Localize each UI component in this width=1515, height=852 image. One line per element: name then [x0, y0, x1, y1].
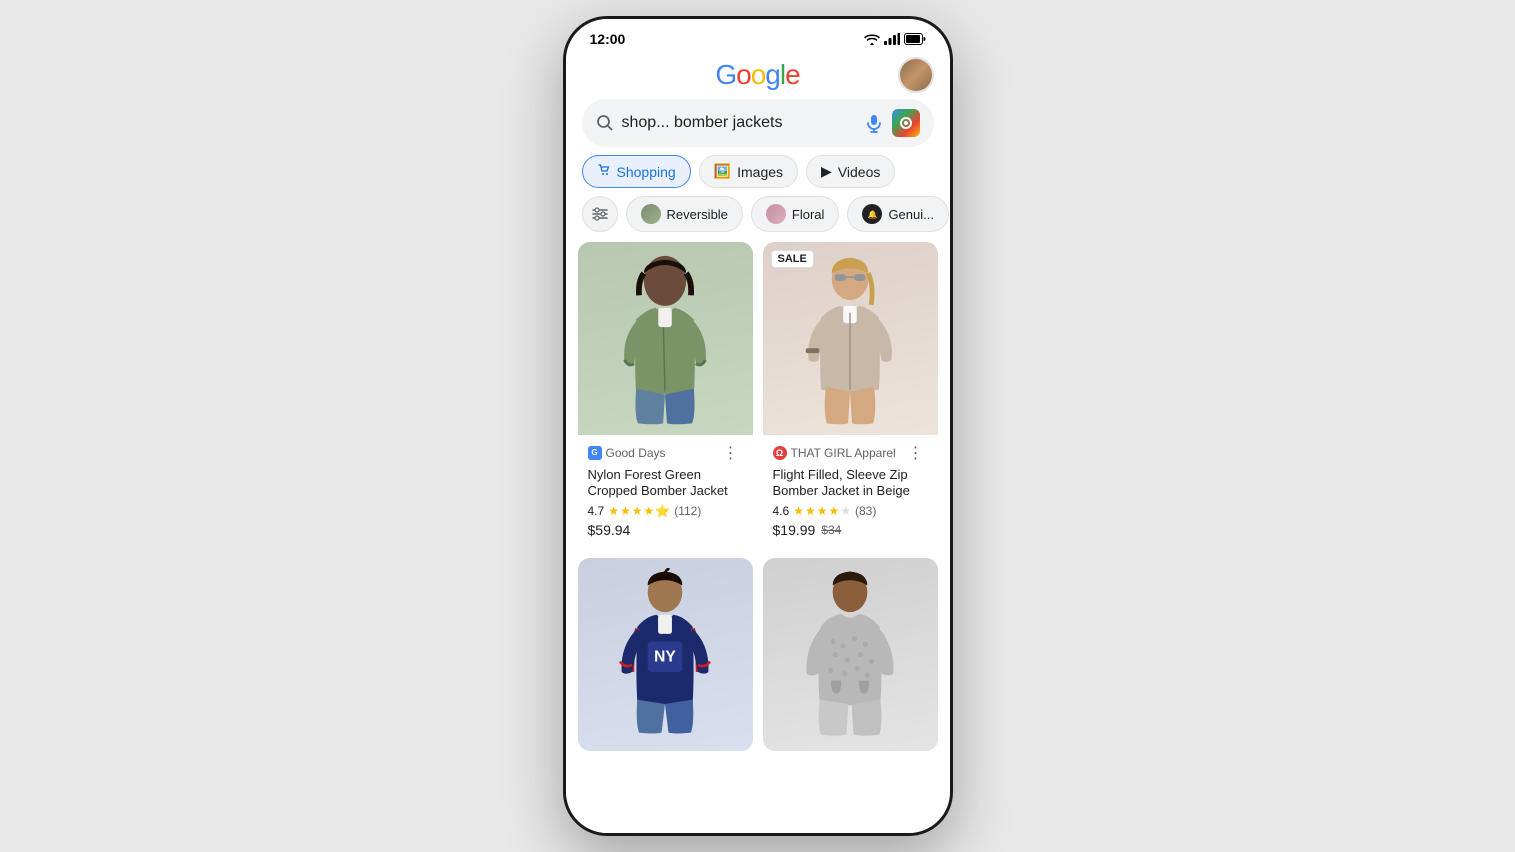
- product-info-1: G Good Days ⋮ Nylon Forest Green Cropped…: [578, 435, 753, 549]
- seller-logo-2: Ω: [773, 446, 787, 460]
- price-row-1: $59.94: [588, 522, 743, 538]
- google-lens-icon[interactable]: [892, 109, 920, 137]
- seller-name-2: Ω THAT GIRL Apparel: [773, 446, 896, 460]
- products-scroll[interactable]: G Good Days ⋮ Nylon Forest Green Cropped…: [566, 242, 950, 833]
- tab-videos[interactable]: ▶ Videos: [806, 155, 895, 188]
- price-row-2: $19.99 $34: [773, 522, 928, 538]
- wifi-icon: [864, 33, 880, 45]
- price-2: $19.99: [773, 522, 816, 538]
- review-count-2: (83): [855, 504, 876, 518]
- chip-reversible-thumb: [641, 204, 661, 224]
- product-info-2: Ω THAT GIRL Apparel ⋮ Flight Filled, Sle…: [763, 435, 938, 549]
- seller-row-1: G Good Days ⋮: [588, 443, 743, 463]
- filter-adjust-button[interactable]: [582, 196, 618, 232]
- status-bar: 12:00: [566, 19, 950, 51]
- chip-floral-thumb: [766, 204, 786, 224]
- rating-value-1: 4.7: [588, 504, 605, 518]
- star-1-2: ★: [620, 504, 631, 518]
- search-bar[interactable]: shop... bomber jackets: [582, 99, 934, 147]
- product-card-1[interactable]: G Good Days ⋮ Nylon Forest Green Cropped…: [578, 242, 753, 548]
- google-logo: Google: [715, 59, 799, 91]
- star-1-1: ★: [608, 504, 619, 518]
- sub-filters: Reversible Floral 🔔 Genui...: [566, 196, 950, 242]
- rating-value-2: 4.6: [773, 504, 790, 518]
- more-options-1[interactable]: ⋮: [719, 443, 743, 463]
- chip-floral-label: Floral: [792, 207, 825, 222]
- seller-row-2: Ω THAT GIRL Apparel ⋮: [773, 443, 928, 463]
- product-card-4[interactable]: [763, 558, 938, 751]
- tab-shopping-label: Shopping: [617, 164, 676, 180]
- tab-images[interactable]: 🖼️ Images: [699, 155, 798, 188]
- star-2-4: ★: [828, 504, 839, 518]
- product-title-2: Flight Filled, Sleeve Zip Bomber Jacket …: [773, 467, 928, 501]
- status-time: 12:00: [590, 31, 626, 47]
- review-count-1: (112): [674, 504, 701, 518]
- star-1-5: ⭐: [655, 504, 670, 518]
- product-image-3: NY: [578, 558, 753, 751]
- star-1-3: ★: [632, 504, 643, 518]
- chip-reversible-label: Reversible: [667, 207, 728, 222]
- chip-reversible[interactable]: Reversible: [626, 196, 743, 232]
- chip-genui-label: Genui...: [888, 207, 934, 222]
- tab-videos-label: Videos: [838, 164, 881, 180]
- seller-logo-1: G: [588, 446, 602, 460]
- images-icon: 🖼️: [714, 163, 731, 180]
- sale-badge-2: SALE: [771, 250, 814, 268]
- microphone-icon[interactable]: [864, 113, 884, 133]
- product-image-2: SALE: [763, 242, 938, 435]
- phone-screen: 12:00: [566, 19, 950, 833]
- star-2-5: ★: [840, 504, 851, 518]
- header: Google: [566, 51, 950, 95]
- tab-images-label: Images: [737, 164, 783, 180]
- shopping-icon: [597, 163, 611, 180]
- price-1: $59.94: [588, 522, 631, 538]
- product-card-2[interactable]: SALE Ω THAT GIRL Apparel ⋮ Flight Filled…: [763, 242, 938, 548]
- rating-row-2: 4.6 ★ ★ ★ ★ ★ (83): [773, 504, 928, 518]
- products-grid: G Good Days ⋮ Nylon Forest Green Cropped…: [578, 242, 938, 767]
- star-2-2: ★: [805, 504, 816, 518]
- stars-2: ★ ★ ★ ★ ★: [793, 504, 851, 518]
- star-2-3: ★: [817, 504, 828, 518]
- status-icons: [864, 33, 926, 45]
- avatar-image: [900, 59, 932, 91]
- product-image-1: [578, 242, 753, 435]
- product-image-4: [763, 558, 938, 751]
- price-original-2: $34: [821, 523, 841, 537]
- more-options-2[interactable]: ⋮: [904, 443, 928, 463]
- star-2-1: ★: [793, 504, 804, 518]
- user-avatar[interactable]: [898, 57, 934, 93]
- videos-icon: ▶: [821, 163, 832, 180]
- search-query: shop... bomber jackets: [622, 114, 856, 132]
- product-card-3[interactable]: NY: [578, 558, 753, 751]
- chip-floral[interactable]: Floral: [751, 196, 840, 232]
- filter-tabs: Shopping 🖼️ Images ▶ Videos: [566, 155, 950, 196]
- star-1-4: ★: [643, 504, 654, 518]
- battery-icon: [904, 33, 926, 45]
- stars-1: ★ ★ ★ ★ ⭐: [608, 504, 670, 518]
- signal-icon: [884, 33, 900, 45]
- tab-shopping[interactable]: Shopping: [582, 155, 691, 188]
- search-icon: [596, 114, 614, 132]
- rating-row-1: 4.7 ★ ★ ★ ★ ⭐ (112): [588, 504, 743, 518]
- svg-text:NY: NY: [654, 648, 676, 665]
- seller-name-1: G Good Days: [588, 446, 666, 460]
- phone-frame: 12:00: [563, 16, 953, 836]
- product-title-1: Nylon Forest Green Cropped Bomber Jacket: [588, 467, 743, 501]
- chip-genui[interactable]: 🔔 Genui...: [847, 196, 949, 232]
